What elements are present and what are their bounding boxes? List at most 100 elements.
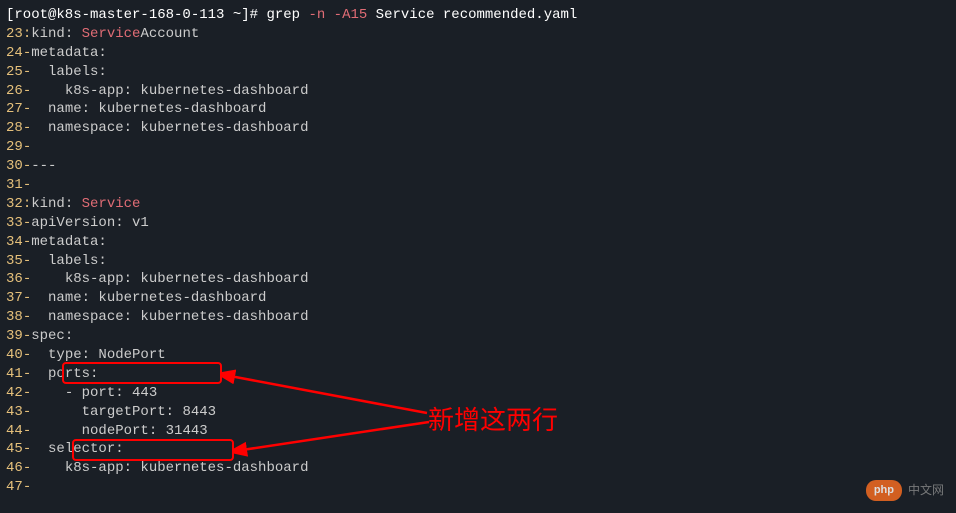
line-text: name: kubernetes-dashboard <box>31 290 266 306</box>
line-number: 34 <box>6 234 23 250</box>
line-text: metadata: <box>31 234 107 250</box>
line-number: 28 <box>6 120 23 136</box>
output-line: 31- <box>6 176 950 195</box>
line-number: 41 <box>6 366 23 382</box>
line-text: k8s-app: kubernetes-dashboard <box>31 460 308 476</box>
separator: - <box>23 271 31 287</box>
line-number: 33 <box>6 215 23 231</box>
separator: - <box>23 309 31 325</box>
output-line: 40- type: NodePort <box>6 346 950 365</box>
output-line: 24-metadata: <box>6 44 950 63</box>
watermark: php 中文网 <box>866 480 944 501</box>
output-line: 23:kind: ServiceAccount <box>6 25 950 44</box>
separator: - <box>23 101 31 117</box>
output-line: 30---- <box>6 157 950 176</box>
separator: : <box>23 26 31 42</box>
separator: - <box>23 423 31 439</box>
line-text-suffix: Account <box>140 26 199 42</box>
line-text: --- <box>31 158 56 174</box>
line-number: 38 <box>6 309 23 325</box>
user-host: [root@k8s-master-168-0-113 ~]# <box>6 7 266 23</box>
line-number: 31 <box>6 177 23 193</box>
output-line: 29- <box>6 138 950 157</box>
line-text: ports: <box>31 366 98 382</box>
output-line: 37- name: kubernetes-dashboard <box>6 289 950 308</box>
separator: - <box>23 45 31 61</box>
line-text: spec: <box>31 328 73 344</box>
match-highlight: Service <box>82 26 141 42</box>
line-number: 44 <box>6 423 23 439</box>
line-text: name: kubernetes-dashboard <box>31 101 266 117</box>
line-text: selector: <box>31 441 123 457</box>
output-line: 34-metadata: <box>6 233 950 252</box>
output-line: 47- <box>6 478 950 497</box>
line-text: labels: <box>31 64 107 80</box>
separator: - <box>23 479 31 495</box>
output-line: 35- labels: <box>6 252 950 271</box>
command-prompt: [root@k8s-master-168-0-113 ~]# grep -n -… <box>6 6 950 25</box>
line-number: 32 <box>6 196 23 212</box>
output-line: 33-apiVersion: v1 <box>6 214 950 233</box>
line-text: nodePort: 31443 <box>31 423 207 439</box>
separator: - <box>23 215 31 231</box>
separator: - <box>23 158 31 174</box>
line-number: 43 <box>6 404 23 420</box>
line-number: 36 <box>6 271 23 287</box>
line-number: 30 <box>6 158 23 174</box>
separator: - <box>23 290 31 306</box>
separator: - <box>23 385 31 401</box>
annotation-text: 新增这两行 <box>428 403 558 438</box>
line-text: labels: <box>31 253 107 269</box>
line-text: - port: 443 <box>31 385 157 401</box>
separator: - <box>23 366 31 382</box>
line-text: namespace: kubernetes-dashboard <box>31 120 308 136</box>
separator: - <box>23 177 31 193</box>
line-number: 25 <box>6 64 23 80</box>
output-line: 32:kind: Service <box>6 195 950 214</box>
output-line: 42- - port: 443 <box>6 384 950 403</box>
line-number: 35 <box>6 253 23 269</box>
command-name: grep <box>266 7 308 23</box>
line-text: metadata: <box>31 45 107 61</box>
separator: - <box>23 139 31 155</box>
separator: - <box>23 64 31 80</box>
output-line: 38- namespace: kubernetes-dashboard <box>6 308 950 327</box>
separator: - <box>23 460 31 476</box>
line-text: apiVersion: v1 <box>31 215 149 231</box>
line-text: k8s-app: kubernetes-dashboard <box>31 83 308 99</box>
line-number: 47 <box>6 479 23 495</box>
line-number: 39 <box>6 328 23 344</box>
line-text: type: NodePort <box>31 347 165 363</box>
line-number: 29 <box>6 139 23 155</box>
line-number: 24 <box>6 45 23 61</box>
output-line: 41- ports: <box>6 365 950 384</box>
separator: - <box>23 328 31 344</box>
separator: - <box>23 404 31 420</box>
separator: - <box>23 441 31 457</box>
match-highlight: Service <box>82 196 141 212</box>
line-number: 27 <box>6 101 23 117</box>
command-args: Service recommended.yaml <box>367 7 577 23</box>
watermark-badge: php <box>866 480 902 501</box>
separator: - <box>23 234 31 250</box>
output-line: 26- k8s-app: kubernetes-dashboard <box>6 82 950 101</box>
line-text: kind: <box>31 196 81 212</box>
separator: - <box>23 347 31 363</box>
line-number: 46 <box>6 460 23 476</box>
line-text: namespace: kubernetes-dashboard <box>31 309 308 325</box>
separator: - <box>23 83 31 99</box>
line-text: kind: <box>31 26 81 42</box>
watermark-text: 中文网 <box>908 482 944 498</box>
line-number: 40 <box>6 347 23 363</box>
line-number: 37 <box>6 290 23 306</box>
output-line: 46- k8s-app: kubernetes-dashboard <box>6 459 950 478</box>
separator: - <box>23 253 31 269</box>
output-line: 27- name: kubernetes-dashboard <box>6 100 950 119</box>
line-number: 42 <box>6 385 23 401</box>
output-line: 25- labels: <box>6 63 950 82</box>
separator: - <box>23 120 31 136</box>
separator: : <box>23 196 31 212</box>
output-line: 39-spec: <box>6 327 950 346</box>
output-line: 36- k8s-app: kubernetes-dashboard <box>6 270 950 289</box>
line-number: 26 <box>6 83 23 99</box>
